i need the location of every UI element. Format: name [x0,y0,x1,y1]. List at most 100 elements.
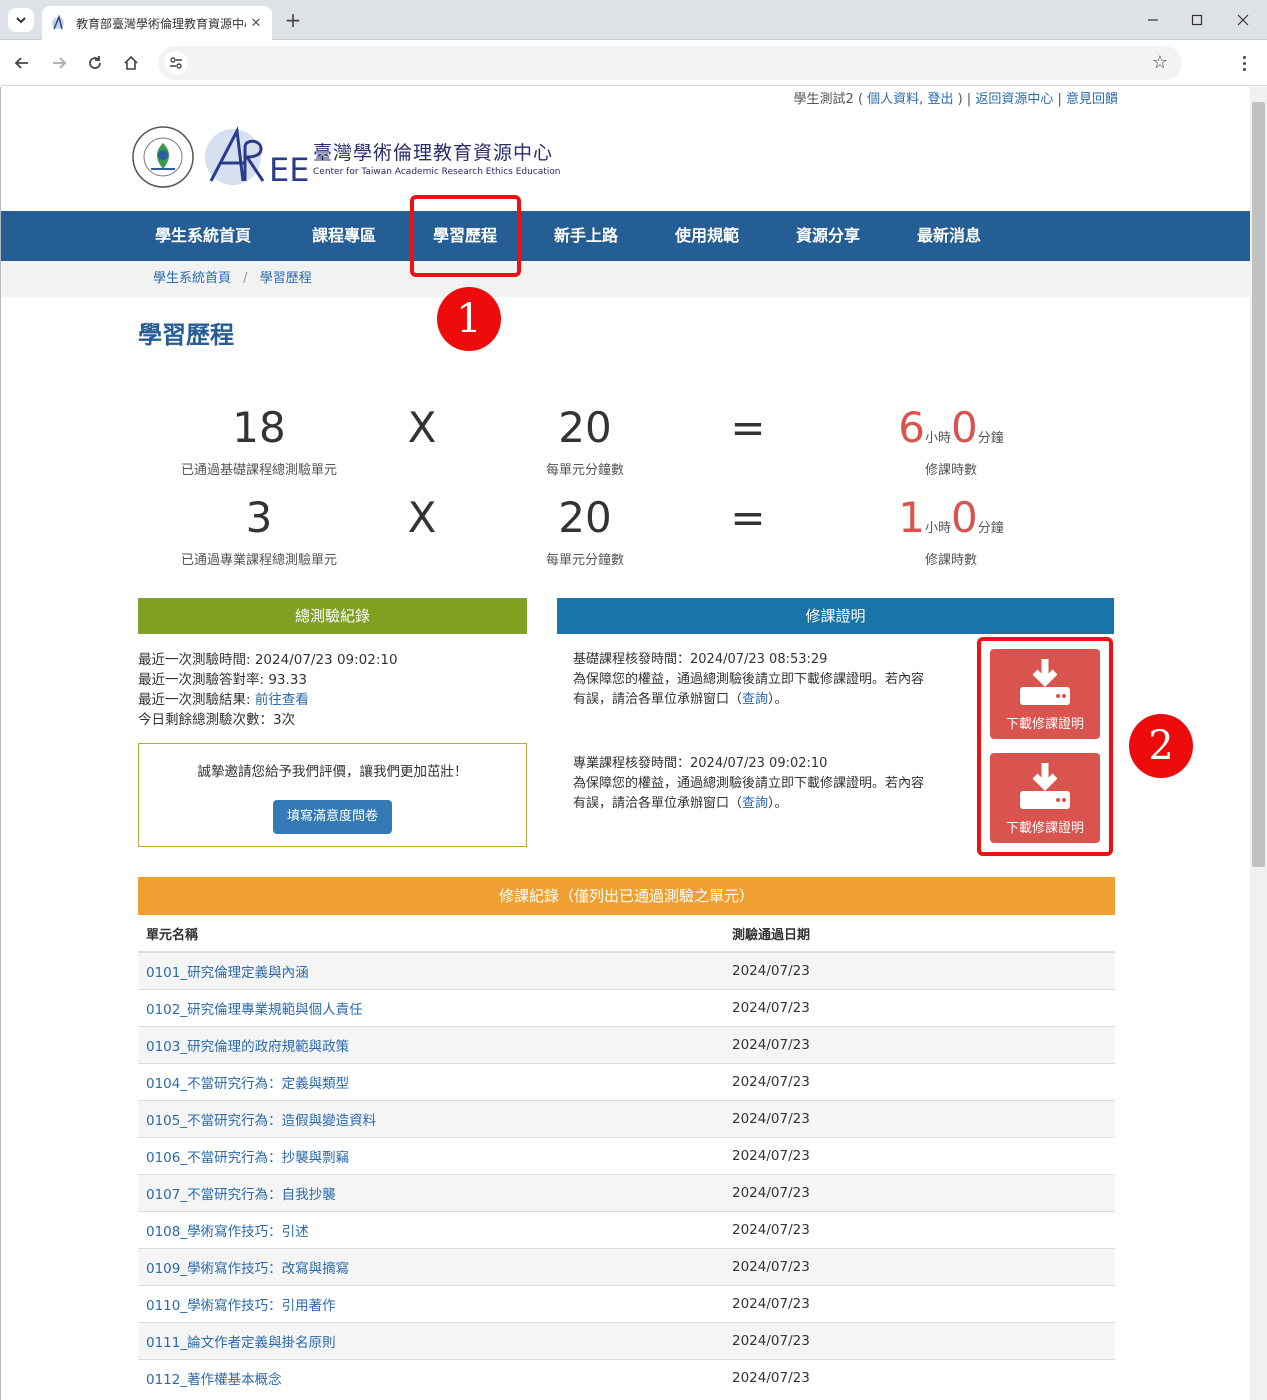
unit-name-cell: 0101_研究倫理定義與內涵 [138,951,724,989]
equals-sign: = [730,403,766,452]
table-row: 0107_不當研究行為：自我抄襲 2024/07/23 [138,1173,1115,1211]
table-row: 0108_學術寫作技巧：引述 2024/07/23 [138,1210,1115,1248]
nav-getting-started[interactable]: 新手上路 [554,211,618,261]
table-row: 0105_不當研究行為：造假與變造資料 2024/07/23 [138,1099,1115,1137]
query-link[interactable]: 查詢 [742,796,768,811]
minutes-unit: 分鐘 [977,521,1004,536]
basic-units-count: 18 [232,403,286,452]
maximize-icon[interactable] [1182,8,1212,32]
professional-issue-time: 專業課程核發時間：2024/07/23 09:02:10 [573,756,828,771]
basic-certificate-info: 基礎課程核發時間：2024/07/23 08:53:29 為保障您的權益，通過總… [573,650,958,710]
unit-link[interactable]: 0109_學術寫作技巧：改寫與摘寫 [146,1261,349,1277]
hours-unit: 小時 [924,431,951,446]
browser-tab[interactable]: 教育部臺灣學術倫理教育資源中心 ✕ [42,6,272,40]
nav-courses[interactable]: 課程專區 [312,211,376,261]
nav-latest-news[interactable]: 最新消息 [917,211,981,261]
tab-search-button[interactable] [8,8,34,32]
tab-close-icon[interactable]: ✕ [248,15,264,31]
pass-date-cell: 2024/07/23 [724,1025,1115,1063]
unit-name-cell: 0104_不當研究行為：定義與類型 [138,1062,724,1100]
exam-record-header: 總測驗紀錄 [138,598,527,634]
unit-link[interactable]: 0107_不當研究行為：自我抄襲 [146,1187,336,1203]
certificate-note: ）。 [768,692,788,707]
minutes-value: 0 [951,403,978,452]
bookmark-star-icon[interactable]: ☆ [1152,52,1168,73]
unit-link[interactable]: 0101_研究倫理定義與內涵 [146,965,309,981]
site-logo[interactable]: EE 臺灣學術倫理教育資源中心 Center for Taiwan Academ… [131,125,561,189]
breadcrumb-current[interactable]: 學習歷程 [260,271,312,286]
site-info-icon[interactable] [164,51,188,75]
unit-link[interactable]: 0106_不當研究行為：抄襲與剽竊 [146,1150,349,1166]
query-link[interactable]: 查詢 [742,692,768,707]
address-bar[interactable]: ☆ [158,46,1182,80]
basic-course-hours: 6小時0分鐘 [841,403,1061,452]
last-exam-time: 最近一次測驗時間: 2024/07/23 09:02:10 [138,652,398,668]
column-pass-date: 測驗通過日期 [724,915,1115,953]
pass-date-cell: 2024/07/23 [724,1247,1115,1285]
feedback-link[interactable]: 意見回饋 [1066,92,1118,107]
professional-certificate-info: 專業課程核發時間：2024/07/23 09:02:10 為保障您的權益，通過總… [573,754,958,814]
unit-link[interactable]: 0105_不當研究行為：造假與變造資料 [146,1113,376,1129]
breadcrumb-home[interactable]: 學生系統首頁 [153,271,231,286]
back-to-center-link[interactable]: 返回資源中心 [975,92,1053,107]
table-row: 0110_學術寫作技巧：引用著作 2024/07/23 [138,1284,1115,1322]
svg-text:EE: EE [269,151,309,189]
reload-icon[interactable] [83,51,107,75]
certificate-note: 有誤，請洽各單位承辦窗口（ [573,692,743,707]
scrollbar-thumb[interactable] [1252,102,1265,867]
user-bar: 學生測試2 ( 個人資料, 登出 ) | 返回資源中心 | 意見回饋 [793,92,1118,107]
minutes-per-unit: 20 [558,493,612,542]
unit-link[interactable]: 0102_研究倫理專業規範與個人責任 [146,1002,363,1018]
course-hours-label: 修課時數 [924,553,977,568]
minutes-per-unit-label: 每單元分鐘數 [545,463,624,478]
course-records-header: 修課紀錄（僅列出已通過測驗之單元） [138,877,1115,915]
nav-student-home[interactable]: 學生系統首頁 [155,211,251,261]
multiply-sign: X [407,493,437,542]
nav-resource-sharing[interactable]: 資源分享 [796,211,860,261]
unit-name-cell: 0112_著作權基本概念 [138,1358,724,1396]
hours-value: 1 [898,493,925,542]
nav-usage-rules[interactable]: 使用規範 [675,211,739,261]
unit-link[interactable]: 0112_著作權基本概念 [146,1372,282,1388]
unit-link[interactable]: 0110_學術寫作技巧：引用著作 [146,1298,336,1314]
forward-icon[interactable] [47,51,71,75]
new-tab-icon[interactable]: + [282,8,304,32]
window-close-icon[interactable] [1228,8,1258,32]
last-exam-result: 最近一次測驗結果: 前往查看 [138,690,398,710]
browser-menu-icon[interactable] [1234,51,1254,75]
table-row: 0111_論文作者定義與掛名原則 2024/07/23 [138,1321,1115,1359]
certificate-note: 有誤，請洽各單位承辦窗口（ [573,796,743,811]
unit-name-cell: 0109_學術寫作技巧：改寫與摘寫 [138,1247,724,1285]
logout-link[interactable]: 登出 [927,92,953,107]
pass-date-cell: 2024/07/23 [724,1284,1115,1322]
course-hours-label: 修課時數 [924,463,977,478]
pass-date-cell: 2024/07/23 [724,1136,1115,1174]
pass-date-cell: 2024/07/23 [724,1210,1115,1248]
professional-course-hours: 1小時0分鐘 [841,493,1061,542]
breadcrumb-separator: / [243,271,248,286]
pass-date-cell: 2024/07/23 [724,1321,1115,1359]
unit-name-cell: 0111_論文作者定義與掛名原則 [138,1321,724,1359]
last-exam-rate: 最近一次測驗答對率: 93.33 [138,672,307,688]
pass-date-cell: 2024/07/23 [724,1173,1115,1211]
view-result-link[interactable]: 前往查看 [255,692,309,708]
fill-survey-button[interactable]: 填寫滿意度問卷 [272,800,392,834]
browser-tab-bar: 教育部臺灣學術倫理教育資源中心 ✕ + [0,0,1267,40]
home-icon[interactable] [119,51,143,75]
unit-name-cell: 0108_學術寫作技巧：引述 [138,1210,724,1248]
minutes-value: 0 [951,493,978,542]
unit-link[interactable]: 0111_論文作者定義與掛名原則 [146,1335,336,1351]
user-name: 學生測試2 [793,92,854,107]
column-unit-name: 單元名稱 [138,915,724,953]
aree-logo-icon: EE [205,125,309,189]
profile-link[interactable]: 個人資料 [867,92,919,107]
certificate-note: 為保障您的權益，通過總測驗後請立即下載修課證明。若內容 [573,776,925,791]
unit-link[interactable]: 0103_研究倫理的政府規範與政策 [146,1039,349,1055]
unit-link[interactable]: 0108_學術寫作技巧：引述 [146,1224,309,1240]
minutes-unit: 分鐘 [977,431,1004,446]
minimize-icon[interactable] [1138,8,1168,32]
back-icon[interactable] [10,51,34,75]
unit-link[interactable]: 0104_不當研究行為：定義與類型 [146,1076,349,1092]
survey-box: 誠摯邀請您給予我們評價，讓我們更加茁壯！ 填寫滿意度問卷 [138,743,527,847]
annotation-box-1 [410,195,521,277]
